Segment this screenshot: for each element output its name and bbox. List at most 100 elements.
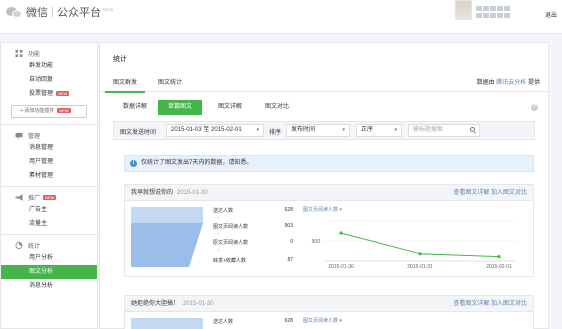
sidebar-item-materials[interactable]: 素材管理 bbox=[1, 169, 97, 183]
article-card: 我早就想说你的 2015-01-30 查看图文详解 加入图文对比 送达人数 628… bbox=[124, 184, 534, 277]
funnel-value: 903 bbox=[284, 223, 293, 229]
sidebar-section-stats: 统计 用户分析 图文分析 消息分析 bbox=[1, 239, 97, 293]
data-point bbox=[497, 255, 501, 259]
funnel-value: 628 bbox=[284, 318, 293, 324]
funnel-label: 转发+收藏人数 bbox=[213, 258, 246, 264]
message-icon bbox=[15, 132, 23, 139]
funnel-label: 图文页阅读人数 bbox=[213, 224, 249, 230]
new-badge: NEW bbox=[56, 90, 70, 96]
subtab-single-article[interactable]: 单篇图文 bbox=[158, 100, 203, 115]
sidebar-item-auto-reply[interactable]: 自动回复 bbox=[1, 73, 97, 87]
funnel-shape bbox=[131, 318, 203, 329]
new-badge: NEW bbox=[43, 194, 57, 200]
help-icon[interactable]: ? bbox=[531, 104, 538, 111]
sidebar-item-broadcast[interactable]: 群发功能 bbox=[1, 59, 97, 73]
sidebar-item-users[interactable]: 用户管理 bbox=[1, 155, 97, 169]
sidebar-item-user-analysis[interactable]: 用户分析 bbox=[1, 251, 97, 265]
data-source: 数据由 腾讯云分析 提供 bbox=[476, 80, 540, 86]
trend-metric-select[interactable]: 图文页阅读人数 ▾ bbox=[303, 317, 342, 324]
article-actions[interactable]: 查看图文详解 加入图文对比 bbox=[453, 185, 527, 201]
article-date: 2015-01-30 bbox=[183, 301, 214, 307]
main-panel: 统计 图文群发 图文统计 数据由 腾讯云分析 提供 数据详解 单篇图文 图文详解… bbox=[99, 42, 549, 329]
arrow-down-icon: ↓ bbox=[217, 215, 219, 220]
sidebar-section-features: 功能 群发功能 自动回复 投票管理 NEW bbox=[1, 47, 97, 101]
article-card: 她拒绝你大胆搞！ 2015-01-30 查看图文详解 加入图文对比 送达人数 62… bbox=[124, 295, 534, 329]
filter-bar: 图文发送时间 2015-01-03 至 2015-02-01 ▾ 排序 发布时间 ▾… bbox=[113, 121, 535, 140]
sidebar-item-vote[interactable]: 投票管理 NEW bbox=[1, 87, 97, 101]
x-tick-label: 2015-01-30 bbox=[328, 264, 354, 270]
new-badge: NEW bbox=[57, 108, 71, 114]
sidebar-section-management: 管理 消息管理 用户管理 素材管理 bbox=[1, 129, 97, 183]
subtab-article-compare[interactable]: 图文对比 bbox=[255, 100, 299, 115]
logo-divider bbox=[52, 7, 53, 17]
x-tick-label: 2015-01-31 bbox=[407, 264, 433, 270]
wechat-icon bbox=[6, 6, 22, 19]
sidebar-heading: 统计 bbox=[1, 239, 97, 251]
y-tick-label: 500 bbox=[312, 239, 321, 245]
funnel-label: 送达人数 bbox=[213, 319, 234, 325]
article-card-header: 我早就想说你的 2015-01-30 查看图文详解 加入图文对比 bbox=[125, 185, 533, 201]
page-title: 统计 bbox=[113, 56, 127, 63]
chevron-down-icon: ▾ bbox=[342, 127, 345, 133]
sidebar-heading: 功能 bbox=[1, 47, 97, 59]
sort-label: 排序 bbox=[269, 130, 282, 136]
app-name: 微信 bbox=[26, 7, 48, 19]
arrow-down-icon: ↓ bbox=[217, 231, 219, 236]
sidebar-item-messages[interactable]: 消息管理 bbox=[1, 141, 97, 155]
sidebar-item-article-analysis[interactable]: 图文分析 bbox=[1, 265, 97, 279]
sidebar-item-publisher[interactable]: 流量主 bbox=[1, 217, 97, 231]
funnel-label: 原文页阅读人数 bbox=[213, 240, 249, 246]
send-time-label: 图文发送时间 bbox=[120, 130, 157, 136]
sidebar-heading: 管理 bbox=[1, 129, 97, 141]
funnel-value: 0 bbox=[290, 239, 293, 245]
article-actions[interactable]: 查看图文详解 加入图文对比 bbox=[453, 296, 527, 312]
grid-icon bbox=[15, 49, 23, 57]
platform-name: 公众平台 bbox=[57, 7, 101, 19]
article-date: 2015-01-30 bbox=[177, 190, 208, 196]
tab-article-stats[interactable]: 图文统计 bbox=[158, 77, 182, 86]
trend-chart: 图文页阅读人数 ▾ 500 2015-01-30 2015-01-31 2015-02… bbox=[303, 205, 531, 273]
funnel-chart: 送达人数 628 bbox=[131, 318, 297, 329]
sort-field-select[interactable]: 发布时间 ▾ bbox=[286, 124, 350, 137]
funnel-label: 送达人数 bbox=[213, 208, 234, 214]
sidebar-divider bbox=[1, 186, 97, 187]
date-range-select[interactable]: 2015-01-03 至 2015-02-01 ▾ bbox=[166, 124, 264, 137]
funnel-value: 87 bbox=[287, 257, 293, 263]
sidebar-divider bbox=[1, 124, 97, 125]
megaphone-icon bbox=[15, 193, 23, 201]
x-tick-label: 2015-02-01 bbox=[486, 264, 512, 270]
sidebar-divider bbox=[1, 234, 97, 235]
account-name-blurred[interactable] bbox=[476, 6, 516, 18]
tencent-cloud-link[interactable]: 腾讯云分析 bbox=[496, 80, 526, 86]
tab-bar: 图文群发 图文统计 数据由 腾讯云分析 提供 bbox=[100, 72, 548, 93]
beta-badge: BETA bbox=[103, 6, 114, 12]
trend-chart: 图文页阅读人数 ▾ bbox=[303, 316, 531, 329]
sort-order-select[interactable]: 正序 ▾ bbox=[356, 124, 402, 137]
search-input[interactable]: 输标题搜索 bbox=[408, 124, 480, 137]
sidebar: 功能 群发功能 自动回复 投票管理 NEW + 添加功能插件 NEW 管理 消息管理… bbox=[0, 42, 98, 329]
add-plugin-button[interactable]: + 添加功能插件 NEW bbox=[11, 105, 87, 118]
trend-line-chart: 500 2015-01-30 2015-01-31 2015-02-01 bbox=[312, 220, 517, 270]
search-icon[interactable] bbox=[470, 127, 475, 132]
article-card-header: 她拒绝你大胆搞！ 2015-01-30 查看图文详解 加入图文对比 bbox=[125, 296, 533, 312]
sidebar-item-message-analysis[interactable]: 消息分析 bbox=[1, 279, 97, 293]
subtab-data-detail[interactable]: 数据详解 bbox=[113, 100, 157, 115]
funnel-value: 628 bbox=[284, 207, 293, 213]
avatar[interactable] bbox=[455, 0, 472, 20]
chart-icon bbox=[15, 241, 23, 249]
subtab-article-detail[interactable]: 图文详解 bbox=[208, 100, 252, 115]
tab-article-broadcast[interactable]: 图文群发 bbox=[104, 77, 146, 93]
sidebar-heading: 推广 NEW bbox=[1, 191, 97, 203]
sidebar-section-promotion: 推广 NEW 广告主 流量主 bbox=[1, 191, 97, 231]
subtab-bar: 数据详解 单篇图文 图文详解 图文对比 ? bbox=[100, 96, 548, 118]
info-icon: i bbox=[130, 160, 137, 167]
info-notice: i 仅统计了图文发出7天内的数据，请知悉。 bbox=[124, 155, 534, 172]
sidebar-item-advertiser[interactable]: 广告主 bbox=[1, 203, 97, 217]
top-bar: 微信 公众平台 BETA 退出 bbox=[0, 0, 562, 34]
chevron-down-icon: ▾ bbox=[256, 127, 259, 133]
funnel-chart: 送达人数 628 ↓ 图文页阅读人数 903 ↓ 原文页阅读人数 0 ↓ 转发+… bbox=[131, 207, 297, 271]
wechat-logo[interactable]: 微信 公众平台 BETA bbox=[6, 3, 113, 21]
logout-link[interactable]: 退出 bbox=[545, 10, 557, 19]
arrow-down-icon: ↓ bbox=[217, 247, 219, 252]
trend-metric-select[interactable]: 图文页阅读人数 ▾ bbox=[303, 206, 342, 213]
